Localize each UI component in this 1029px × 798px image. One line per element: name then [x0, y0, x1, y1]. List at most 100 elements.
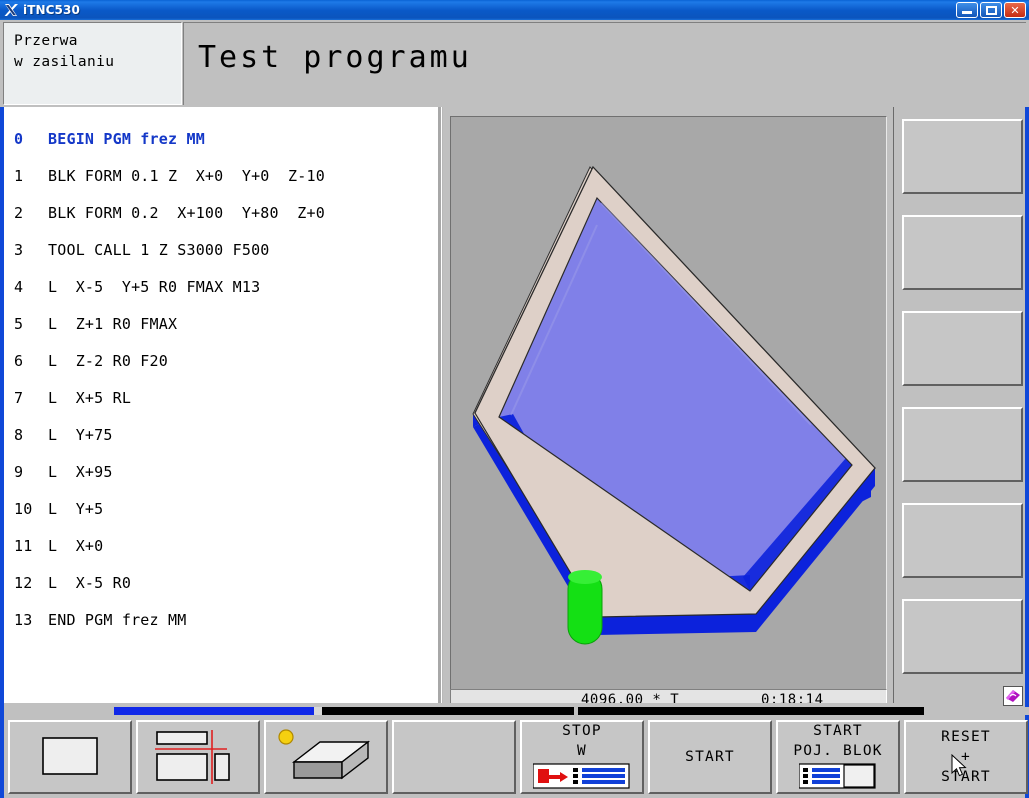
softkey-indicator-segment [578, 707, 924, 715]
program-line-number: 7 [14, 389, 24, 407]
program-line-text: L Y+75 [48, 426, 113, 444]
vertical-softkey-1[interactable] [902, 119, 1023, 194]
tool-cylinder [567, 570, 603, 645]
page-title: Test programu [198, 40, 472, 75]
program-line-number: 13 [14, 611, 33, 629]
vertical-softkey-2[interactable] [902, 215, 1023, 290]
program-line-text: BEGIN PGM frez MM [48, 130, 205, 148]
program-line[interactable]: 10 L Y+5 [14, 491, 442, 528]
stop-at-block-icon [532, 763, 631, 793]
program-line-number: 4 [14, 278, 24, 296]
program-scrollbar[interactable] [438, 107, 441, 703]
program-line-number: 0 [14, 130, 24, 148]
program-line[interactable]: 6 L Z-2 R0 F20 [14, 343, 442, 380]
program-line[interactable]: 7 L X+5 RL [14, 380, 442, 417]
bottom-softkey-4[interactable] [392, 720, 516, 794]
bottom-softkey-label-3: START [941, 769, 991, 785]
bottom-softkey-label-2: W [577, 743, 587, 759]
program-line[interactable]: 0 BEGIN PGM frez MM [14, 121, 442, 158]
bottom-softkey-label: STOP [562, 723, 602, 739]
bottom-softkey-7[interactable]: START POJ. BLOK [776, 720, 900, 794]
bottom-softkey-label: RESET [941, 729, 991, 745]
itnc530-window: iTNC530 ✕ Przerwa w zasilaniu Test progr… [0, 0, 1029, 798]
bottom-softkey-3[interactable] [264, 720, 388, 794]
program-line-number: 12 [14, 574, 33, 592]
eraser-book-icon[interactable] [1003, 686, 1023, 706]
window-controls: ✕ [956, 2, 1026, 18]
program-line[interactable]: 3 TOOL CALL 1 Z S3000 F500 [14, 232, 442, 269]
program-line-number: 3 [14, 241, 24, 259]
bottom-softkey-label: START [813, 723, 863, 739]
program-line-text: BLK FORM 0.1 Z X+0 Y+0 Z-10 [48, 167, 325, 185]
bottom-softkey-6[interactable]: START [648, 720, 772, 794]
vertical-softkey-6[interactable] [902, 599, 1023, 674]
program-line[interactable]: 4 L X-5 Y+5 R0 FMAX M13 [14, 269, 442, 306]
solid-3d-block-icon [276, 728, 376, 788]
close-button[interactable]: ✕ [1004, 2, 1026, 18]
vertical-softkey-5[interactable] [902, 503, 1023, 578]
status-message-line2: w zasilaniu [14, 54, 115, 70]
program-line-text: END PGM frez MM [48, 611, 187, 629]
program-line-number: 9 [14, 463, 24, 481]
vertical-softkey-4[interactable] [902, 407, 1023, 482]
window-title: iTNC530 [23, 3, 80, 17]
status-message-line1: Przerwa [14, 33, 78, 49]
program-line-text: L Z-2 R0 F20 [48, 352, 168, 370]
minimize-button[interactable] [956, 2, 978, 18]
screen-single-view-icon [35, 732, 105, 784]
program-line-number: 1 [14, 167, 24, 185]
maximize-button[interactable] [980, 2, 1002, 18]
program-line[interactable]: 5 L Z+1 R0 FMAX [14, 306, 442, 343]
window-titlebar: iTNC530 ✕ [0, 0, 1029, 20]
program-line-text: L X+5 RL [48, 389, 132, 407]
program-line[interactable]: 12 L X-5 R0 [14, 565, 442, 602]
program-line[interactable]: 9 L X+95 [14, 454, 442, 491]
program-listing-panel[interactable]: 0 BEGIN PGM frez MM 1 BLK FORM 0.1 Z X+0 Y+… [0, 107, 443, 703]
program-line[interactable]: 13 END PGM frez MM [14, 602, 442, 639]
program-line-text: L X+0 [48, 537, 104, 555]
vertical-softkey-3[interactable] [902, 311, 1023, 386]
program-line-number: 10 [14, 500, 33, 518]
program-line-text: BLK FORM 0.2 X+100 Y+80 Z+0 [48, 204, 325, 222]
program-line-list: 0 BEGIN PGM frez MM 1 BLK FORM 0.1 Z X+0 Y+… [4, 107, 442, 639]
program-line-text: L X-5 Y+5 R0 FMAX M13 [48, 278, 261, 296]
program-line-number: 6 [14, 352, 24, 370]
program-line[interactable]: 11 L X+0 [14, 528, 442, 565]
program-line-number: 11 [14, 537, 33, 555]
screen-split-view-icon [155, 728, 241, 788]
softkey-row-indicator [4, 706, 1029, 716]
program-line-text: L X+95 [48, 463, 113, 481]
program-line[interactable]: 2 BLK FORM 0.2 X+100 Y+80 Z+0 [14, 195, 442, 232]
program-line-number: 2 [14, 204, 24, 222]
softkey-indicator-segment [924, 707, 1029, 715]
x-logo-icon [3, 2, 19, 18]
mode-title-box: Test programu [183, 22, 1026, 105]
bottom-softkey-label: START [685, 749, 735, 765]
horizontal-softkey-row: STOP W START START POJ. BLOK RESET + START [4, 720, 1029, 798]
program-line-text: TOOL CALL 1 Z S3000 F500 [48, 241, 270, 259]
program-line[interactable]: 1 BLK FORM 0.1 Z X+0 Y+0 Z-10 [14, 158, 442, 195]
status-message-box: Przerwa w zasilaniu [3, 22, 182, 105]
close-icon: ✕ [1010, 3, 1020, 17]
softkey-indicator-segment [314, 707, 322, 715]
softkey-indicator-segment [322, 707, 574, 715]
main-content: 0 BEGIN PGM frez MM 1 BLK FORM 0.1 Z X+0 Y+… [0, 107, 1029, 711]
workpiece-3d-render [451, 117, 886, 690]
bottom-softkey-2[interactable] [136, 720, 260, 794]
program-line-text: L Z+1 R0 FMAX [48, 315, 178, 333]
minimize-icon [962, 11, 972, 14]
header-bar: Przerwa w zasilaniu Test programu [0, 20, 1029, 107]
3d-simulation-view[interactable] [450, 116, 887, 691]
program-line-text: L Y+5 [48, 500, 104, 518]
bottom-softkey-label-2: POJ. BLOK [793, 743, 883, 759]
maximize-icon [986, 6, 997, 15]
program-line[interactable]: 8 L Y+75 [14, 417, 442, 454]
bottom-softkey-1[interactable] [8, 720, 132, 794]
graphics-panel: 4096.00 * T 0:18:14 [447, 111, 890, 711]
vertical-softkey-column [893, 107, 1029, 703]
bottom-softkey-label-2: + [961, 749, 971, 765]
program-line-text: L X-5 R0 [48, 574, 132, 592]
softkey-indicator-segment [114, 707, 314, 715]
bottom-softkey-5[interactable]: STOP W [520, 720, 644, 794]
bottom-softkey-8[interactable]: RESET + START [904, 720, 1028, 794]
